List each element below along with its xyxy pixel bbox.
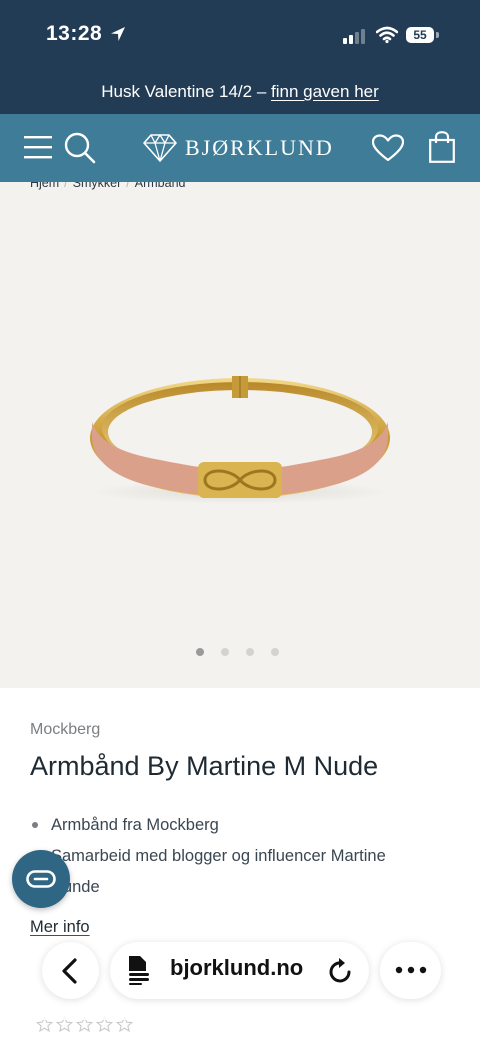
logo-text: BJØRKLUND (185, 135, 334, 160)
promo-link[interactable]: finn gaven her (271, 82, 379, 101)
chat-icon (26, 870, 56, 888)
search-icon[interactable] (64, 132, 96, 164)
browser-back-button[interactable] (42, 942, 99, 999)
chat-widget-button[interactable] (12, 850, 70, 908)
breadcrumb: Hjem / Smykker / Armbånd (30, 182, 186, 190)
product-title: Armbånd By Martine M Nude (30, 751, 379, 781)
feature-item: Samarbeid med blogger og influencer Mart… (30, 841, 431, 903)
product-image-bracelet (90, 376, 390, 504)
status-time: 13:28 (46, 22, 103, 45)
product-brand[interactable]: Mockberg (30, 721, 100, 739)
carousel-dot[interactable] (196, 648, 204, 656)
more-dots-icon (395, 966, 427, 974)
diamond-logo-icon (143, 134, 177, 162)
status-bar: 13:28 55 (0, 0, 480, 72)
carousel-dot[interactable] (271, 648, 279, 656)
wifi-icon (376, 26, 398, 44)
breadcrumb-smykker[interactable]: Smykker (73, 182, 122, 190)
menu-icon[interactable] (24, 134, 52, 160)
promo-text: Husk Valentine 14/2 – (101, 82, 272, 101)
reload-icon[interactable] (328, 957, 354, 985)
url-text: bjorklund.no (170, 955, 304, 980)
breadcrumb-home[interactable]: Hjem (30, 182, 59, 190)
cellular-signal-icon (343, 29, 365, 44)
carousel-dot[interactable] (221, 648, 229, 656)
carousel-dot[interactable] (246, 648, 254, 656)
carousel-dots (196, 648, 279, 656)
site-header: BJØRKLUND (0, 114, 480, 182)
wishlist-heart-icon[interactable] (372, 134, 404, 162)
location-arrow-icon (111, 27, 125, 41)
product-image-carousel[interactable]: Hjem / Smykker / Armbånd (0, 182, 480, 688)
battery-tip (436, 32, 439, 38)
page-format-icon (129, 956, 149, 985)
shopping-bag-icon[interactable] (429, 131, 455, 163)
browser-more-button[interactable] (380, 942, 441, 999)
chevron-left-icon (62, 958, 77, 984)
breadcrumb-armband[interactable]: Armbånd (135, 182, 186, 190)
battery-indicator: 55 (406, 27, 434, 43)
product-features: Armbånd fra Mockberg Samarbeid med blogg… (30, 810, 431, 903)
feature-item: Armbånd fra Mockberg (30, 810, 431, 841)
site-logo[interactable]: BJØRKLUND (143, 132, 334, 164)
promo-banner: Husk Valentine 14/2 – finn gaven her (0, 72, 480, 114)
